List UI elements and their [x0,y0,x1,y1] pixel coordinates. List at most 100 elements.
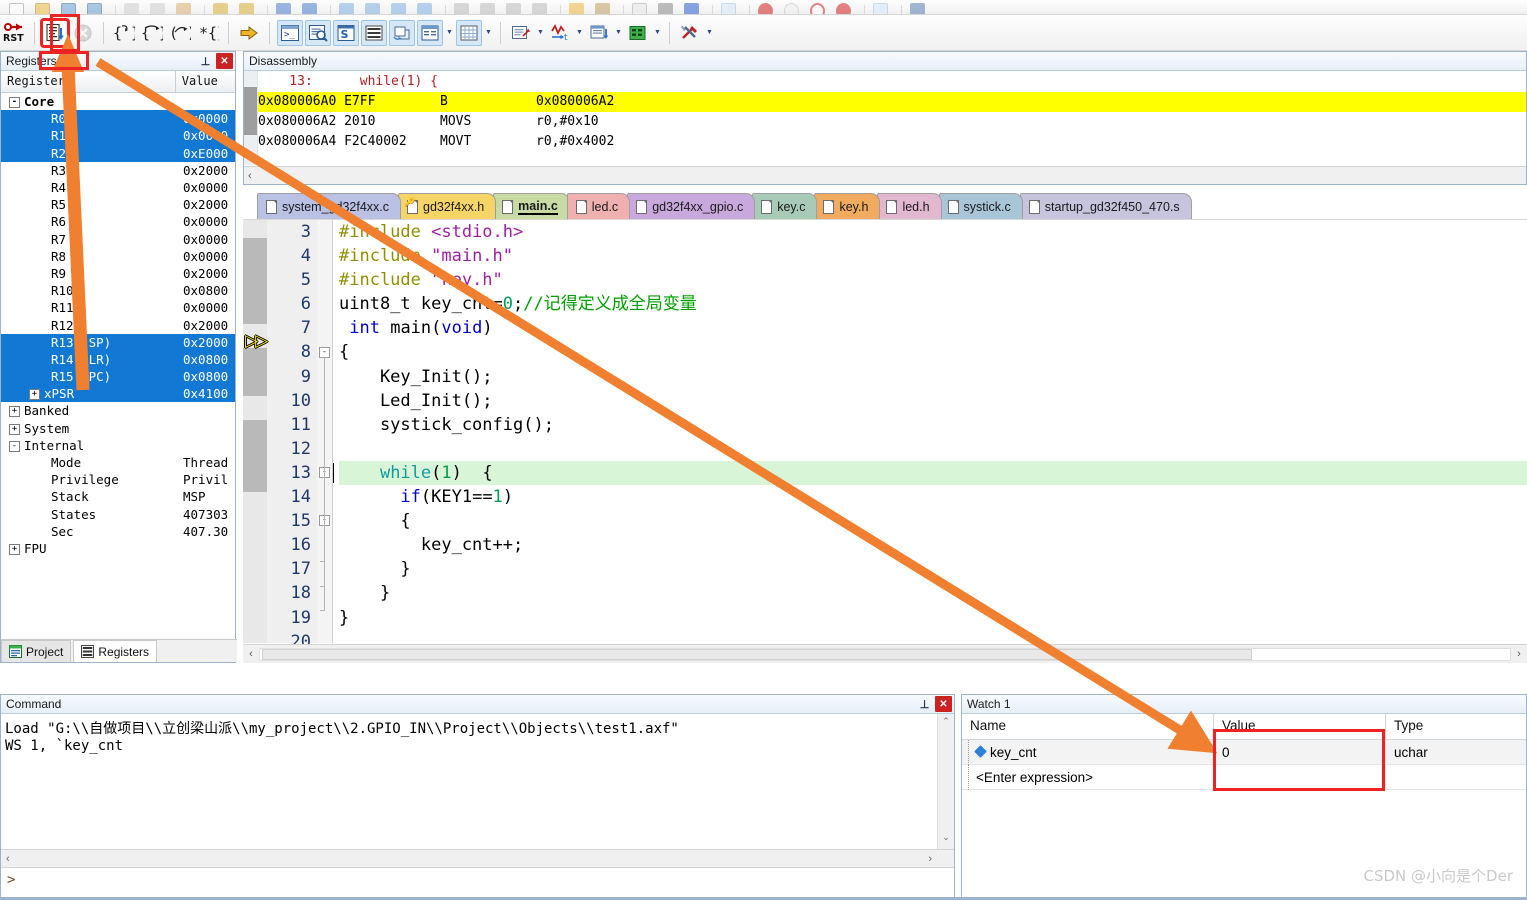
code-line[interactable]: #include "key.h" [339,268,1527,292]
code-fold-gutter[interactable]: --- [317,220,333,643]
save-all-icon[interactable] [84,1,106,14]
watch-col-value[interactable]: Value [1214,714,1386,739]
bookmark-next-icon[interactable] [362,1,384,14]
file-tab-key-c[interactable]: key.c [752,193,818,219]
register-row[interactable]: R5 0x2000 [1,196,235,213]
serial-windows-dropdown[interactable] [535,20,546,46]
code-line[interactable]: Key_Init(); [339,365,1527,389]
expand-icon[interactable]: + [9,406,20,418]
close-icon[interactable]: ✕ [216,53,233,69]
link-icon[interactable] [592,1,614,14]
outdent-icon[interactable] [477,1,499,14]
stop-button[interactable] [70,20,96,46]
code-line[interactable]: { [339,509,1527,533]
editor-scroll-left-arrow[interactable]: ‹ [243,648,259,660]
register-row[interactable]: + System [1,420,235,437]
registers-col-name[interactable]: Register [1,71,176,92]
register-row[interactable]: R10 0x0800 [1,282,235,299]
collapse-icon[interactable]: - [9,440,20,452]
bookmark-clear-icon[interactable] [414,1,436,14]
register-row[interactable]: Privilege Privil [1,471,235,488]
symbols-window-button[interactable]: S [333,19,359,46]
command-scroll-up-arrow[interactable]: ⌃ [938,716,954,731]
load-window-button[interactable] [40,17,70,48]
open-folder-icon[interactable] [566,1,588,14]
call-stack-window-button[interactable] [389,19,415,46]
register-row[interactable]: Mode Thread [1,454,235,471]
disassembly-line[interactable]: 13: while(1) { [258,72,1526,92]
register-row[interactable]: + FPU [1,540,235,557]
disassembly-line[interactable]: 0x080006A4 F2C40002 MOVT r0,#0x4002 [258,132,1526,152]
trace-windows-button[interactable] [586,20,612,46]
system-viewer-button[interactable] [625,20,651,46]
serial-windows-button[interactable] [508,20,534,46]
code-line[interactable]: key_cnt++; [339,533,1527,557]
code-line[interactable]: Led_Init(); [339,389,1527,413]
editor-hscroll-track[interactable] [259,647,1511,661]
watch-row[interactable]: <Enter expression> [962,764,1526,790]
bookmark-prev-icon[interactable] [388,1,410,14]
file-tab-gd32f4xx-h[interactable]: 🔑 gd32f4xx.h [398,193,497,219]
disassembly-gutter-thumb[interactable] [244,87,257,135]
tab-project[interactable]: Project [1,640,72,662]
breakpoint-kill-all-icon[interactable] [807,1,829,14]
register-row[interactable]: - Core [1,93,235,110]
toolbox-button[interactable] [677,20,703,46]
target-options-icon[interactable] [655,1,677,14]
watch-windows-button[interactable] [417,19,443,46]
register-row[interactable]: R9 0x2000 [1,265,235,282]
watch-value-cell[interactable]: 0 [1214,739,1386,765]
code-line[interactable]: } [339,581,1527,605]
system-viewer-dropdown[interactable] [652,20,663,46]
command-scroll-down-arrow[interactable]: ⌄ [938,832,954,847]
comment-icon[interactable] [503,1,525,14]
copy-icon[interactable] [147,1,169,14]
redo-icon[interactable] [236,1,258,14]
save-icon[interactable] [58,1,80,14]
register-row[interactable]: R6 0x0000 [1,213,235,230]
code-line[interactable]: int main(void) [339,316,1527,340]
file-tab-bar[interactable]: system_gd32f4xx.c 🔑 gd32f4xx.h main.c led.c g… [243,188,1527,219]
watch-windows-dropdown[interactable] [444,20,455,46]
reset-button[interactable]: RST [1,20,27,46]
watch-value-cell[interactable] [1214,764,1386,790]
breakpoint-insert-icon[interactable] [755,1,777,14]
collapse-icon[interactable]: - [9,97,20,109]
disassembly-lines[interactable]: 13: while(1) {0x080006A0 E7FF B 0x080006A2… [258,71,1526,165]
bookmark-icon[interactable] [336,1,358,14]
expand-icon[interactable]: + [9,543,20,555]
expand-icon[interactable]: + [9,423,20,435]
memory-windows-dropdown[interactable] [483,20,494,46]
registers-tree[interactable]: - Core R0 0x0000 R1 0x0000 R2 0xE000 R3 0x2000 R4 0… [1,93,235,640]
breakpoint-gutter[interactable]: ▷▷ [243,220,268,643]
manage-components-icon[interactable] [870,1,892,14]
nav-back-icon[interactable] [273,1,295,14]
expand-icon[interactable]: + [29,389,40,401]
memory-windows-button[interactable] [456,19,482,46]
disassembly-gutter[interactable] [244,71,258,165]
register-row[interactable]: Stack MSP [1,488,235,505]
tab-registers[interactable]: Registers [73,640,158,662]
step-into-button[interactable]: { } [111,20,137,46]
register-row[interactable]: R1 0x0000 [1,127,235,145]
breakpoint-disable-icon[interactable] [781,1,803,14]
code-line[interactable]: while(1) { [339,460,1527,486]
code-line[interactable]: } [339,606,1527,630]
editor-scroll-right-arrow[interactable]: › [1511,648,1527,660]
file-tab-system-gd32f4xx-c[interactable]: system_gd32f4xx.c [257,193,401,219]
command-input[interactable]: > [1,869,954,899]
watch-name-cell[interactable]: key_cnt [962,739,1214,765]
code-line[interactable]: systick_config(); [339,413,1527,437]
file-tab-gd32f4xx-gpio-c[interactable]: gd32f4xx_gpio.c [627,193,756,219]
command-scroll-left-arrow[interactable]: ‹ [1,853,10,865]
analysis-windows-dropdown[interactable] [574,20,585,46]
close-icon[interactable]: ✕ [935,696,952,712]
file-tab-led-h[interactable]: led.h [877,193,942,219]
disassembly-window-button[interactable] [305,19,331,46]
file-tab-systick-c[interactable]: systick.c [938,193,1023,219]
register-row[interactable]: + Banked [1,402,235,419]
code-line[interactable]: #include "main.h" [339,244,1527,268]
command-hscrollbar[interactable]: ‹ › [1,849,954,868]
register-row[interactable]: R12 0x2000 [1,316,235,333]
editor-hscrollbar[interactable]: ‹ › [243,644,1527,663]
